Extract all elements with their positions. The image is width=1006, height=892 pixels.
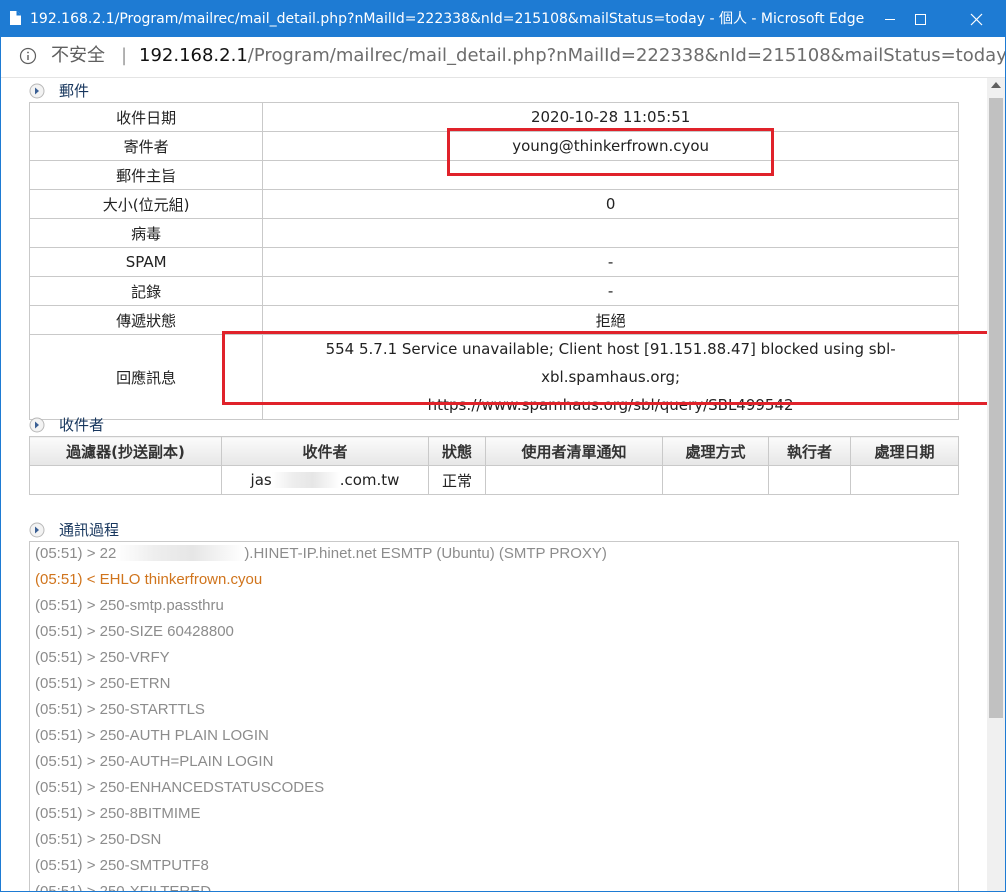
log-line: (05:51) > 250-8BITMIME [35, 805, 201, 822]
close-icon [970, 13, 983, 26]
mail-field-label: 記錄 [28, 276, 264, 306]
close-button[interactable] [953, 1, 999, 37]
recipient-status-cell: 正常 [428, 465, 486, 495]
security-label[interactable]: 不安全 [51, 37, 105, 75]
url-host: 192.168.2.1 [139, 45, 248, 66]
log-line: (05:51) > 250-AUTH PLAIN LOGIN [35, 727, 269, 744]
highlight-box-sender [447, 128, 774, 176]
log-line: (05:51) > 250-ETRN [35, 675, 171, 692]
log-line-end: ).HINET-IP.hinet.net ESMTP (Ubuntu) (SMT… [244, 545, 607, 562]
mail-info-row: SPAM - [28, 247, 959, 277]
arrow-bullet-icon [29, 522, 45, 538]
recipient-date-cell [850, 465, 959, 495]
column-header-method[interactable]: 處理方式 [662, 436, 769, 466]
scroll-up-arrow-icon[interactable] [991, 82, 1001, 88]
mail-section-title: 郵件 [59, 82, 90, 100]
column-header-status[interactable]: 狀態 [428, 436, 486, 466]
smtp-log-panel[interactable]: (05:51) > 22 ).HINET-IP.hinet.net ESMTP (… [29, 541, 959, 891]
mail-field-label: 郵件主旨 [28, 160, 264, 190]
recipient-filter-cell [29, 465, 222, 495]
title-bar[interactable]: 192.168.2.1/Program/mailrec/mail_detail.… [1, 1, 1005, 37]
recipient-address-start: jas [250, 471, 272, 489]
mail-field-label: 大小(位元組) [28, 189, 264, 219]
log-line: (05:51) < EHLO thinkerfrown.cyou [35, 571, 263, 588]
vertical-scrollbar[interactable] [987, 78, 1005, 891]
log-section-title: 通訊過程 [59, 521, 120, 539]
recipient-notify-cell [485, 465, 663, 495]
url-path: /Program/mailrec/mail_detail.php?nMailId… [247, 45, 1006, 66]
redacted-blur [116, 545, 245, 561]
log-line: (05:51) > 250-smtp.passthru [35, 597, 224, 614]
column-header-recipient[interactable]: 收件者 [221, 436, 429, 466]
log-line: (05:51) > 250-XFILTERED [35, 883, 211, 891]
log-line: (05:51) > 250-SMTPUTF8 [35, 857, 209, 874]
log-line: (05:51) > 250-ENHANCEDSTATUSCODES [35, 779, 325, 796]
info-icon[interactable] [19, 47, 37, 65]
recipient-method-cell [662, 465, 769, 495]
log-line: (05:51) > 22 ).HINET-IP.hinet.net ESMTP (… [35, 545, 607, 562]
mail-field-label: 寄件者 [28, 131, 264, 161]
recipients-section-title: 收件者 [59, 416, 105, 434]
recipients-header-row: 過濾器(抄送副本) 收件者 狀態 使用者清單通知 處理方式 執行者 處理日期 [29, 436, 959, 466]
page-content: 郵件 收件日期 2020-10-28 11:05:51 寄件者 young@think… [1, 78, 987, 891]
recipient-address-end: .com.tw [339, 471, 400, 489]
mail-info-row: 病毒 [28, 218, 959, 248]
recipient-address-cell[interactable]: jas .com.tw [221, 465, 429, 495]
maximize-button[interactable] [897, 1, 943, 37]
maximize-icon [915, 14, 926, 25]
log-line: (05:51) > 250-VRFY [35, 649, 170, 666]
mail-field-value [262, 218, 959, 248]
column-header-filter[interactable]: 過濾器(抄送副本) [29, 436, 222, 466]
highlight-box-response [222, 331, 987, 405]
log-line-start: (05:51) > 22 [35, 545, 117, 562]
log-line: (05:51) > 250-SIZE 60428800 [35, 623, 234, 640]
column-header-executor[interactable]: 執行者 [768, 436, 851, 466]
log-line: (05:51) > 250-AUTH=PLAIN LOGIN [35, 753, 274, 770]
recipient-row: jas .com.tw 正常 [29, 465, 959, 495]
redacted-blur [271, 472, 340, 488]
mail-field-label: SPAM [28, 247, 264, 277]
column-header-notify[interactable]: 使用者清單通知 [485, 436, 663, 466]
mail-field-label: 病毒 [28, 218, 264, 248]
arrow-bullet-icon [29, 83, 45, 99]
mail-field-label: 收件日期 [28, 102, 264, 132]
url-text[interactable]: 192.168.2.1/Program/mailrec/mail_detail.… [139, 37, 1006, 75]
mail-field-value: - [262, 276, 959, 306]
mail-info-row: 記錄 - [28, 276, 959, 306]
mail-info-row: 大小(位元組) 0 [28, 189, 959, 219]
document-icon [10, 11, 21, 25]
column-header-date[interactable]: 處理日期 [850, 436, 959, 466]
mail-field-value: - [262, 247, 959, 277]
mail-field-value: 0 [262, 189, 959, 219]
log-line: (05:51) > 250-STARTTLS [35, 701, 205, 718]
window-title: 192.168.2.1/Program/mailrec/mail_detail.… [30, 11, 865, 27]
address-separator: | [121, 45, 128, 66]
address-bar[interactable]: 不安全 | 192.168.2.1/Program/mailrec/mail_d… [1, 37, 1005, 78]
scrollbar-thumb[interactable] [989, 98, 1003, 718]
recipient-executor-cell [768, 465, 851, 495]
browser-window: 192.168.2.1/Program/mailrec/mail_detail.… [0, 0, 1006, 892]
arrow-bullet-icon [29, 417, 45, 433]
recipients-table: 過濾器(抄送副本) 收件者 狀態 使用者清單通知 處理方式 執行者 處理日期 j… [29, 436, 959, 495]
log-line: (05:51) > 250-DSN [35, 831, 162, 848]
